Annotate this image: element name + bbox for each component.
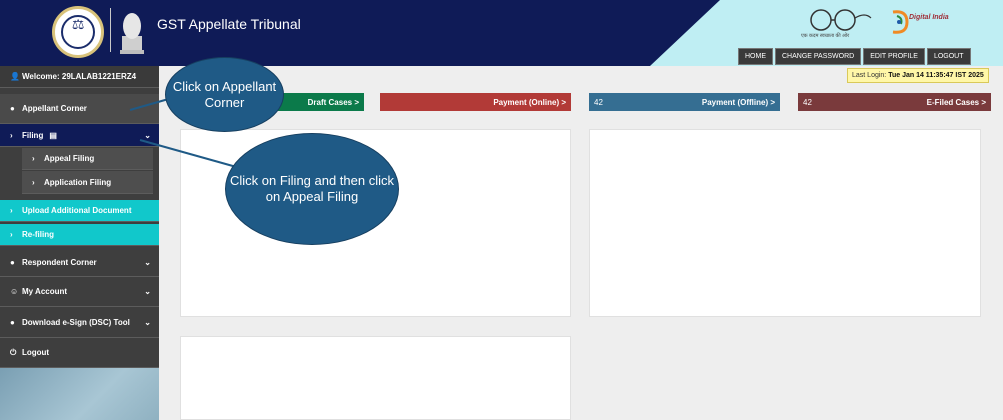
sidebar-item-label: Application Filing: [44, 177, 112, 187]
national-emblem-icon: [120, 13, 144, 54]
sidebar-item-filing[interactable]: › Filing ▤ ⌄: [0, 124, 159, 147]
sidebar-item-respondent-corner[interactable]: ● Respondent Corner ⌄: [0, 248, 159, 277]
nav-home[interactable]: HOME: [738, 48, 773, 65]
tile-label: E-Filed Cases >: [926, 97, 986, 107]
tile-count: 42: [594, 97, 603, 107]
welcome-text: Welcome: 29LALAB1221ERZ4: [22, 72, 137, 81]
chevron-right-icon: ›: [10, 130, 13, 140]
nav-edit-profile[interactable]: EDIT PROFILE: [863, 48, 925, 65]
dashboard-panel-3: [180, 336, 571, 420]
sidebar-item-logout[interactable]: ⏻ Logout: [0, 338, 159, 368]
tribunal-logo: ⚖: [52, 6, 104, 58]
avatar-icon: ☺: [10, 287, 19, 296]
dashboard-panel-2: [589, 129, 981, 317]
bullet-icon: ●: [10, 317, 15, 327]
swachh-tagline: एक कदम स्वच्छता की ओर: [801, 33, 850, 39]
sidebar-item-appellant-corner[interactable]: ● Appellant Corner: [0, 94, 159, 124]
tile-count: 42: [803, 97, 812, 107]
power-icon: ⏻: [10, 347, 17, 357]
callout-appellant-corner: Click on Appellant Corner: [165, 57, 284, 132]
digital-india-logo: [892, 10, 909, 34]
sidebar: 👤 Welcome: 29LALAB1221ERZ4 ● Appellant C…: [0, 66, 159, 420]
tile-label: Draft Cases >: [307, 97, 359, 107]
chevron-down-icon: ⌄: [144, 257, 151, 267]
nav-change-password[interactable]: CHANGE PASSWORD: [775, 48, 862, 65]
sidebar-item-download-esign[interactable]: ● Download e-Sign (DSC) Tool ⌄: [0, 307, 159, 338]
logo-divider: [110, 8, 111, 52]
nav-logout[interactable]: LOGOUT: [926, 48, 971, 65]
sidebar-item-label: My Account: [22, 287, 68, 296]
callout-appeal-filing: Click on Filing and then click on Appeal…: [225, 133, 399, 245]
sidebar-item-label: Re-filing: [22, 230, 54, 239]
last-login-badge: Last Login: Tue Jan 14 11:35:47 IST 2025: [847, 68, 989, 83]
sidebar-item-label: Appeal Filing: [44, 154, 95, 163]
chevron-down-icon: ⌄: [144, 130, 151, 140]
tile-label: Payment (Online) >: [493, 97, 566, 107]
document-icon: ▤: [49, 130, 57, 140]
chevron-right-icon: ›: [32, 177, 35, 187]
digital-india-label: Digital India: [909, 14, 949, 21]
sidebar-item-label: Respondent Corner: [22, 257, 97, 267]
last-login-value: Tue Jan 14 11:35:47 IST 2025: [888, 72, 984, 79]
app-root: ⚖ GST Appellate Tribunal एक कदम स्वच्छता…: [0, 0, 1003, 420]
bullet-icon: ●: [10, 257, 15, 267]
sidebar-item-label: Filing: [22, 130, 44, 140]
sidebar-decoration: [0, 368, 159, 420]
sidebar-item-label: Appellant Corner: [22, 104, 87, 113]
user-icon: 👤: [10, 72, 20, 81]
chevron-down-icon: ⌄: [144, 287, 151, 296]
sidebar-item-appeal-filing[interactable]: › Appeal Filing: [22, 148, 153, 170]
tile-payment-online[interactable]: Payment (Online) >: [380, 93, 571, 111]
chevron-down-icon: ⌄: [144, 317, 151, 327]
sidebar-welcome: 👤 Welcome: 29LALAB1221ERZ4: [0, 66, 159, 88]
top-nav: HOME CHANGE PASSWORD EDIT PROFILE LOGOUT: [738, 48, 971, 65]
sidebar-item-application-filing[interactable]: › Application Filing: [22, 171, 153, 194]
sidebar-item-refiling[interactable]: › Re-filing: [0, 224, 159, 246]
chevron-right-icon: ›: [32, 154, 35, 163]
tile-label: Payment (Offline) >: [701, 97, 775, 107]
sidebar-item-my-account[interactable]: ☺ My Account ⌄: [0, 277, 159, 307]
tile-payment-offline[interactable]: 42 Payment (Offline) >: [589, 93, 780, 111]
sidebar-item-label: Upload Additional Document: [22, 206, 132, 215]
swachh-bharat-logo: [810, 9, 872, 31]
tile-efiled-cases[interactable]: 42 E-Filed Cases >: [798, 93, 991, 111]
bullet-icon: ●: [10, 104, 15, 113]
sidebar-item-upload-document[interactable]: › Upload Additional Document: [0, 200, 159, 222]
sidebar-item-label: Logout: [22, 348, 50, 357]
app-title: GST Appellate Tribunal: [157, 16, 301, 32]
sidebar-item-label: Download e-Sign (DSC) Tool: [22, 317, 130, 327]
chevron-right-icon: ›: [10, 230, 13, 239]
chevron-right-icon: ›: [10, 206, 13, 215]
last-login-label: Last Login:: [852, 72, 887, 79]
